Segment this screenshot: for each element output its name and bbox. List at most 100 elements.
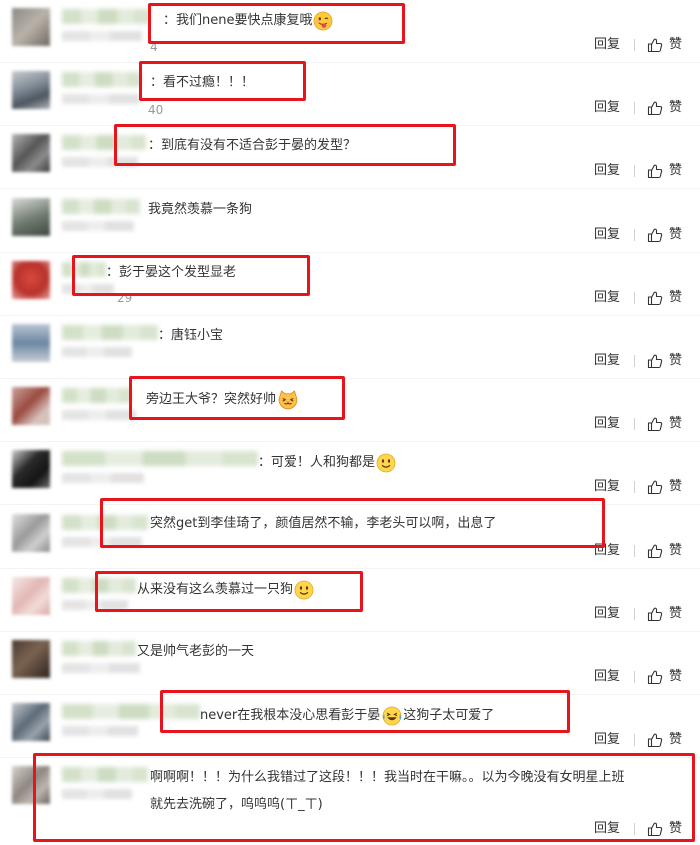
avatar[interactable]: [12, 198, 50, 236]
comment-body: 从来没有这么羡慕过一只狗: [137, 582, 294, 597]
avatar[interactable]: [12, 8, 50, 46]
comment-meta: [62, 726, 138, 736]
reply-button[interactable]: 回复: [594, 163, 620, 179]
like-button[interactable]: 赞: [647, 353, 689, 369]
like-button[interactable]: 赞: [647, 100, 689, 116]
username[interactable]: [62, 135, 146, 150]
comment-time: 4: [150, 40, 158, 54]
avatar[interactable]: [12, 71, 50, 109]
comment-text: ：唐钰小宝: [158, 327, 223, 346]
cat-face-icon: [277, 390, 298, 410]
username[interactable]: [62, 9, 150, 24]
username[interactable]: [62, 199, 140, 214]
like-label: 赞: [669, 100, 683, 115]
username[interactable]: [62, 72, 142, 87]
like-button[interactable]: 赞: [647, 290, 689, 306]
like-button[interactable]: 赞: [647, 732, 689, 748]
comment-meta: [62, 347, 132, 357]
like-label: 赞: [669, 606, 683, 621]
comment-text: 从来没有这么羡慕过一只狗: [137, 580, 314, 600]
comment-actions: 回复 赞: [594, 227, 694, 243]
like-button[interactable]: 赞: [647, 227, 689, 243]
thumbs-up-icon: [647, 354, 663, 369]
reply-button[interactable]: 回复: [594, 416, 620, 432]
comment-actions: 回复 赞: [594, 290, 694, 306]
thumbs-up-icon: [647, 101, 663, 116]
username[interactable]: [62, 262, 106, 277]
avatar[interactable]: [12, 766, 50, 804]
reply-button[interactable]: 回复: [594, 290, 620, 306]
reply-button[interactable]: 回复: [594, 37, 620, 53]
comment-text: ：看不过瘾！！！: [150, 74, 254, 93]
like-label: 赞: [669, 479, 683, 494]
divider: [634, 545, 635, 557]
comment-actions: 回复 赞: [594, 543, 694, 559]
comment-actions: 回复 赞: [594, 416, 694, 432]
reply-button[interactable]: 回复: [594, 479, 620, 495]
username[interactable]: [62, 704, 200, 719]
comment-meta: [62, 410, 136, 420]
like-label: 赞: [669, 821, 683, 836]
avatar[interactable]: [12, 577, 50, 615]
thumbs-up-icon: [647, 822, 663, 837]
like-button[interactable]: 赞: [647, 163, 689, 179]
reply-button[interactable]: 回复: [594, 732, 620, 748]
username[interactable]: [62, 767, 148, 782]
comment-body: ：彭于晏这个发型显老: [106, 265, 237, 280]
reply-button[interactable]: 回复: [594, 543, 620, 559]
username[interactable]: [62, 641, 136, 656]
divider: [634, 481, 635, 493]
comment-text: ：我们nene要快点康复哦: [163, 11, 333, 31]
comment-actions: 回复 赞: [594, 732, 694, 748]
comment-text: ：到底有没有不适合彭于晏的发型？: [148, 137, 356, 156]
like-label: 赞: [669, 669, 683, 684]
avatar[interactable]: [12, 514, 50, 552]
comment-item: ：唐钰小宝 回复 赞: [0, 316, 700, 379]
divider: [634, 292, 635, 304]
username[interactable]: [62, 578, 136, 593]
comment-item: ：到底有没有不适合彭于晏的发型？ 回复 赞: [0, 126, 700, 189]
like-button[interactable]: 赞: [647, 821, 689, 837]
like-button[interactable]: 赞: [647, 479, 689, 495]
comment-item: 从来没有这么羡慕过一只狗 回复 赞: [0, 569, 700, 632]
avatar[interactable]: [12, 387, 50, 425]
reply-button[interactable]: 回复: [594, 821, 620, 837]
reply-button[interactable]: 回复: [594, 100, 620, 116]
like-button[interactable]: 赞: [647, 416, 689, 432]
avatar[interactable]: [12, 261, 50, 299]
reply-button[interactable]: 回复: [594, 353, 620, 369]
comment-text: ：彭于晏这个发型显老: [106, 264, 236, 283]
comment-text: 啊啊啊！！！为什么我错过了这段！！！我当时在干嘛。。以为今晚没有女明星上班: [150, 769, 625, 788]
reply-button[interactable]: 回复: [594, 669, 620, 685]
like-label: 赞: [669, 227, 683, 242]
smile-icon: [294, 580, 314, 600]
divider: [634, 229, 635, 241]
avatar[interactable]: [12, 450, 50, 488]
thumbs-up-icon: [647, 417, 663, 432]
username[interactable]: [62, 451, 258, 466]
comment-item: 又是帅气老彭的一天 回复 赞: [0, 632, 700, 695]
username[interactable]: [62, 388, 132, 403]
avatar[interactable]: [12, 134, 50, 172]
laugh-tears-icon: [381, 706, 403, 726]
avatar[interactable]: [12, 703, 50, 741]
avatar[interactable]: [12, 640, 50, 678]
divider: [634, 165, 635, 177]
reply-button[interactable]: 回复: [594, 227, 620, 243]
like-button[interactable]: 赞: [647, 669, 689, 685]
reply-button[interactable]: 回复: [594, 606, 620, 622]
username[interactable]: [62, 325, 158, 340]
like-button[interactable]: 赞: [647, 606, 689, 622]
avatar[interactable]: [12, 324, 50, 362]
thumbs-up-icon: [647, 544, 663, 559]
username[interactable]: [62, 515, 148, 530]
like-label: 赞: [669, 732, 683, 747]
comment-body: never在我根本没心思看彭于晏: [200, 708, 381, 723]
like-button[interactable]: 赞: [647, 543, 689, 559]
comment-meta: [62, 600, 128, 610]
comment-meta: [62, 789, 132, 799]
comment-body: 我竟然羡慕一条狗: [148, 202, 253, 217]
like-button[interactable]: 赞: [647, 37, 689, 53]
comment-meta: [62, 31, 142, 41]
divider: [634, 823, 635, 835]
